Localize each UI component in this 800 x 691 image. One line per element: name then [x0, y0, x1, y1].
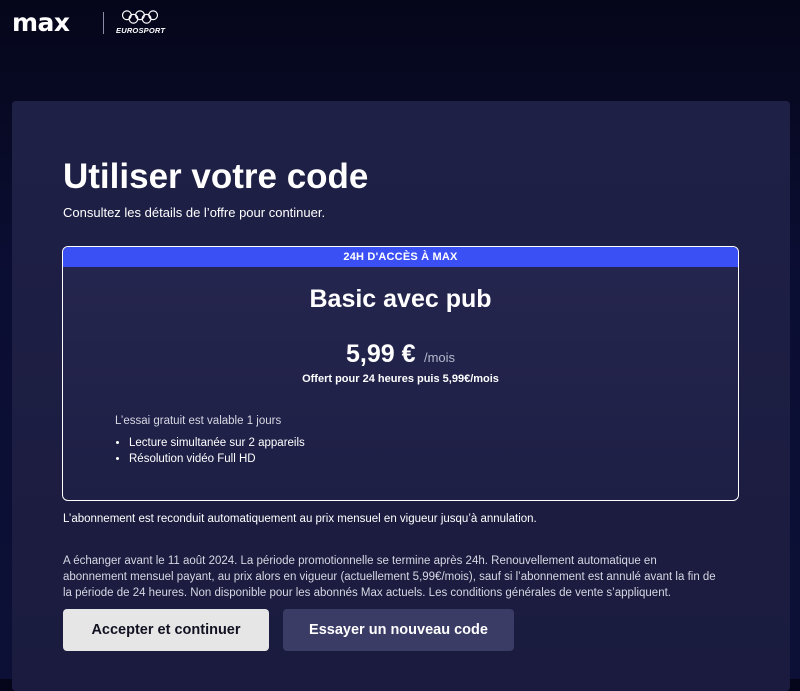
plan-name: Basic avec pub: [309, 285, 492, 313]
olympic-rings-icon: [121, 10, 159, 24]
offer-banner: 24H D'ACCÈS À MAX: [63, 247, 738, 267]
list-item: Lecture simultanée sur 2 appareils: [129, 435, 305, 451]
page-subtitle: Consultez les détails de l’offre pour co…: [63, 205, 326, 220]
list-item: Résolution vidéo Full HD: [129, 451, 305, 467]
page-title: Utiliser votre code: [63, 157, 369, 196]
eurosport-logo: EUROSPORT: [116, 26, 166, 35]
offer-card: 24H D'ACCÈS À MAX Basic avec pub 5,99 € …: [62, 246, 739, 501]
price-period: /mois: [423, 350, 456, 365]
header: max EUROSPORT: [0, 0, 800, 48]
price: 5,99 €: [345, 340, 416, 368]
offer-note: Offert pour 24 heures puis 5,99€/mois: [302, 373, 499, 385]
renewal-notice: L’abonnement est reconduit automatiqueme…: [63, 513, 537, 525]
max-logo[interactable]: max: [12, 8, 70, 38]
logo-divider: [103, 12, 104, 34]
feature-list: Lecture simultanée sur 2 appareils Résol…: [115, 435, 305, 467]
legal-terms: A échanger avant le 11 août 2024. La pér…: [63, 555, 716, 599]
accept-continue-button[interactable]: Accepter et continuer: [63, 609, 269, 651]
price-row: 5,99 € /mois: [63, 339, 738, 373]
trial-text: L’essai gratuit est valable 1 jours: [115, 415, 282, 427]
try-new-code-button[interactable]: Essayer un nouveau code: [283, 609, 514, 651]
